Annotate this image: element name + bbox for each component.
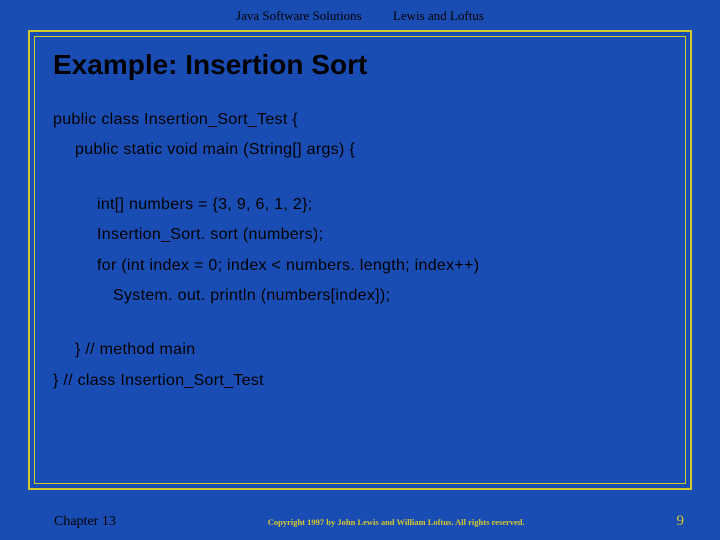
code-line: Insertion_Sort. sort (numbers); xyxy=(97,220,667,250)
slide-border-inner: Example: Insertion Sort public class Ins… xyxy=(34,36,686,484)
book-title: Java Software Solutions xyxy=(236,8,362,23)
code-line: System. out. println (numbers[index]); xyxy=(113,281,667,311)
code-line: public class Insertion_Sort_Test { xyxy=(53,105,667,135)
slide-title: Example: Insertion Sort xyxy=(53,49,667,81)
code-line: for (int index = 0; index < numbers. len… xyxy=(97,251,667,281)
page-number: 9 xyxy=(677,513,685,530)
code-block: public class Insertion_Sort_Test { publi… xyxy=(53,105,667,396)
slide-border-outer: Example: Insertion Sort public class Ins… xyxy=(28,30,692,490)
slide-footer: Chapter 13 Copyright 1997 by John Lewis … xyxy=(0,513,720,530)
chapter-label: Chapter 13 xyxy=(54,514,116,530)
code-line: } // method main xyxy=(75,335,667,365)
slide-header: Java Software Solutions Lewis and Loftus xyxy=(0,0,720,30)
copyright-text: Copyright 1997 by John Lewis and William… xyxy=(116,517,677,527)
code-line: int[] numbers = {3, 9, 6, 1, 2}; xyxy=(97,190,667,220)
code-line: } // class Insertion_Sort_Test xyxy=(53,366,667,396)
code-line: public static void main (String[] args) … xyxy=(75,135,667,165)
authors: Lewis and Loftus xyxy=(393,8,484,23)
